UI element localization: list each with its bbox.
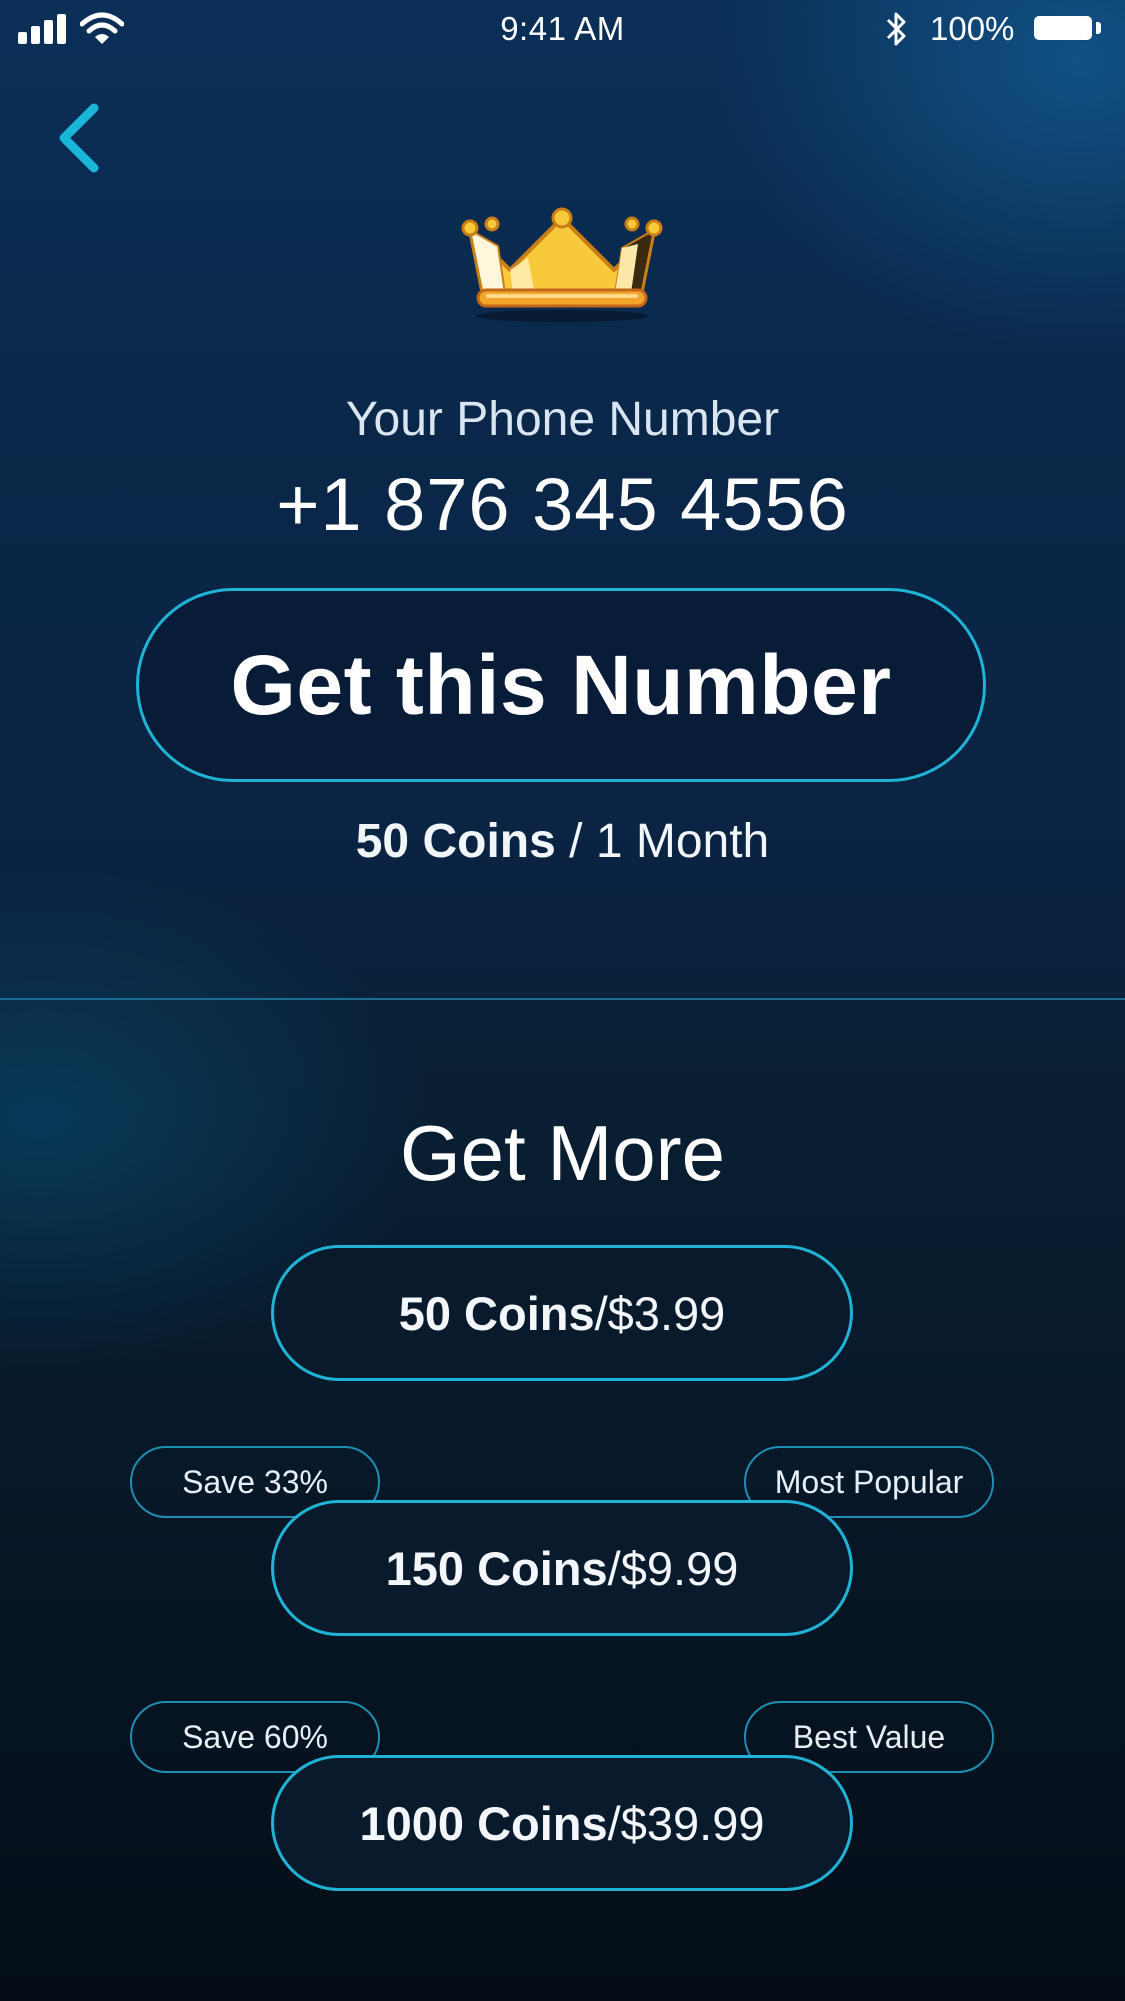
status-bar: 9:41 AM 100% [0,0,1125,60]
offer-separator: / [594,1286,608,1340]
bluetooth-icon [886,12,906,46]
battery-percentage: 100% [930,10,1015,47]
number-price-period: 1 Month [595,815,770,868]
offer-coins: 1000 Coins [359,1796,608,1850]
offer-price: $3.99 [607,1286,726,1340]
number-price-coins: 50 Coins [355,815,556,868]
battery-icon [1034,16,1092,40]
crown-icon [461,207,663,322]
offer-50-coins-button[interactable]: 50 Coins / $3.99 [271,1245,853,1381]
get-more-title: Get More [399,1109,726,1197]
section-divider [0,998,1125,1000]
number-price: 50 Coins / 1 Month [0,814,1125,869]
offer-separator: / [607,1541,621,1595]
offer-1000-coins-button[interactable]: 1000 Coins / $39.99 [271,1755,853,1891]
offer-separator: / [607,1796,621,1850]
offer-coins: 50 Coins [398,1286,595,1340]
offer-price: $9.99 [620,1541,739,1595]
back-chevron-icon[interactable] [52,100,112,176]
battery-tip [1096,22,1101,34]
phone-number-label: Your Phone Number [345,393,780,446]
phone-number: +1 876 345 4556 [276,463,849,546]
screen: 9:41 AM 100% Your Phone Number +1 876 34… [0,0,1125,2001]
offer-coins: 150 Coins [385,1541,608,1595]
number-price-separator: / [555,815,596,868]
offer-150-coins-button[interactable]: 150 Coins / $9.99 [271,1500,853,1636]
offer-price: $39.99 [620,1796,765,1850]
get-number-button[interactable]: Get this Number [136,588,986,782]
